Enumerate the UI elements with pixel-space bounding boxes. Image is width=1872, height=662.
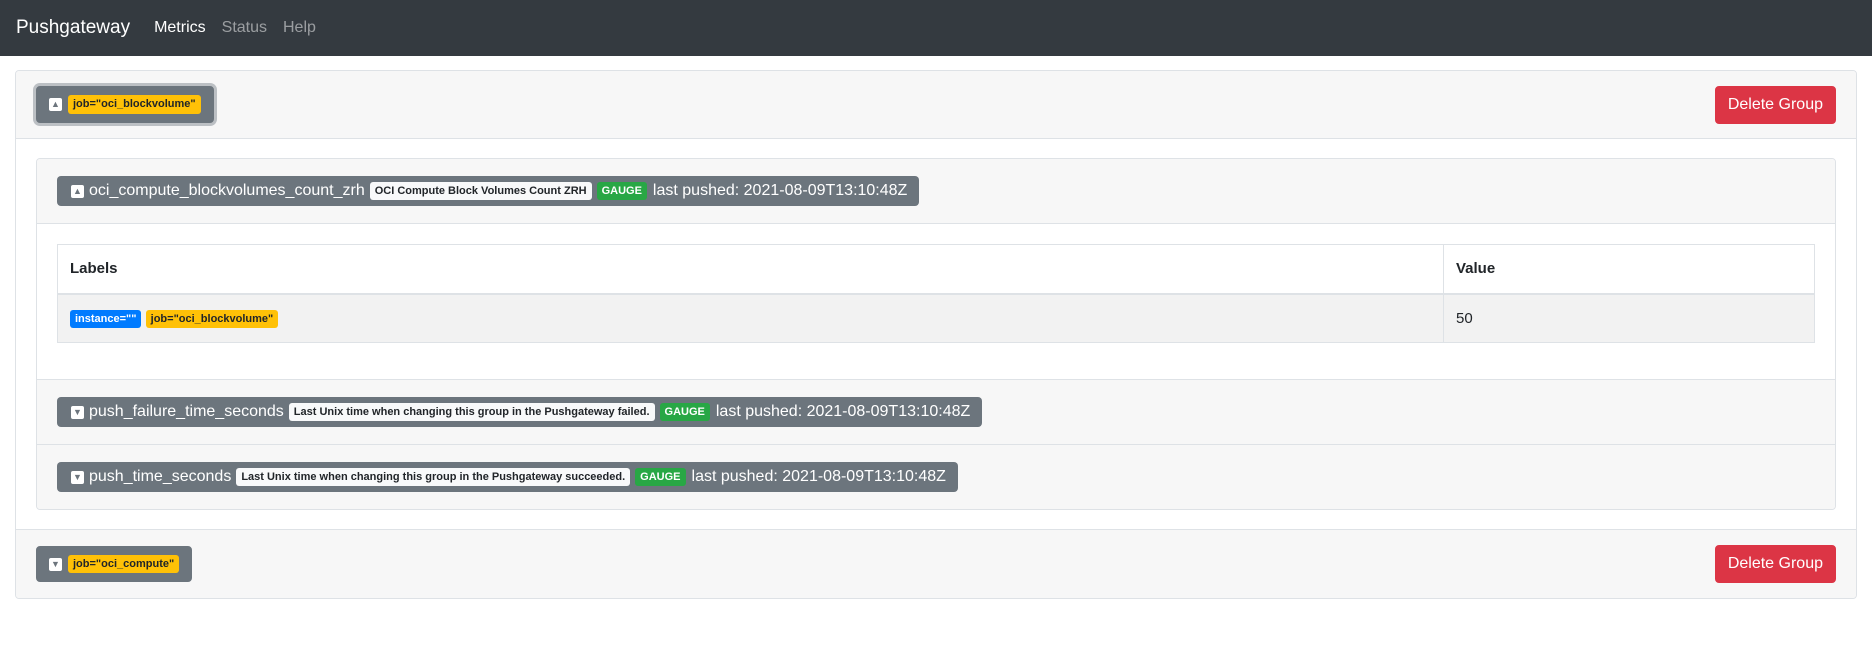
metric-type-badge: GAUGE [635,468,686,487]
metric-toggle-button[interactable]: ▲ oci_compute_blockvolumes_count_zrh OCI… [57,176,920,207]
metric-item: ▲ oci_compute_blockvolumes_count_zrh OCI… [37,159,1835,381]
metric-item: ▼ push_failure_time_seconds Last Unix ti… [37,380,1835,446]
metric-toggle-button[interactable]: ▼ push_time_seconds Last Unix time when … [57,462,958,493]
table-header-row: Labels Value [57,244,1815,295]
caret-up-square-icon: ▲ [49,98,62,111]
brand-link[interactable]: Pushgateway [16,17,130,39]
last-pushed-text: last pushed: 2021-08-09T13:10:48Z [715,403,971,421]
delete-group-button[interactable]: Delete Group [1714,85,1836,124]
label-badge-instance: instance="" [70,309,142,328]
metric-header: ▲ oci_compute_blockvolumes_count_zrh OCI… [37,159,1835,225]
metric-help-badge: Last Unix time when changing this group … [236,468,631,487]
nav-link-status[interactable]: Status [222,19,267,37]
delete-group-button[interactable]: Delete Group [1714,545,1836,584]
metric-group: ▲ job="oci_blockvolume" Delete Group ▲ o… [15,70,1857,600]
label-badge-job: job="oci_blockvolume" [145,309,279,328]
value-cell: 50 [1443,293,1815,344]
table-row: instance="" job="oci_blockvolume" 50 [57,293,1815,344]
caret-down-square-icon: ▼ [71,405,84,419]
group-toggle-button[interactable]: ▼ job="oci_compute" [36,546,193,583]
metric-help-badge: Last Unix time when changing this group … [288,403,655,422]
metric-toggle-button[interactable]: ▼ push_failure_time_seconds Last Unix ti… [57,397,983,428]
caret-down-square-icon: ▼ [71,470,84,484]
job-label-badge: job="oci_blockvolume" [68,95,201,114]
metric-header: ▼ push_time_seconds Last Unix time when … [37,445,1835,510]
group-toggle-button[interactable]: ▲ job="oci_blockvolume" [36,86,214,123]
last-pushed-text: last pushed: 2021-08-09T13:10:48Z [652,182,908,200]
column-header-value: Value [1443,244,1815,295]
metric-name: push_failure_time_seconds [89,403,284,421]
metric-body: Labels Value instance="" job="oci_blockv… [37,224,1835,381]
metric-type-badge: GAUGE [596,182,647,201]
group-header: ▼ job="oci_compute" Delete Group [16,529,1856,599]
group-header: ▲ job="oci_blockvolume" Delete Group [16,71,1856,139]
nav-link-help[interactable]: Help [283,19,316,37]
caret-up-square-icon: ▲ [71,184,84,198]
metric-help-badge: OCI Compute Block Volumes Count ZRH [369,182,592,201]
navbar: Pushgateway Metrics Status Help [0,0,1872,56]
metric-item: ▼ push_time_seconds Last Unix time when … [37,445,1835,510]
last-pushed-text: last pushed: 2021-08-09T13:10:48Z [691,468,946,486]
metric-header: ▼ push_failure_time_seconds Last Unix ti… [37,380,1835,446]
group-body: ▲ oci_compute_blockvolumes_count_zrh OCI… [16,139,1856,529]
metric-name: push_time_seconds [89,468,232,486]
job-label-badge: job="oci_compute" [68,555,180,574]
metric-type-badge: GAUGE [659,403,710,422]
metrics-list: ▲ oci_compute_blockvolumes_count_zrh OCI… [36,158,1836,511]
metric-values-table: Labels Value instance="" job="oci_blockv… [57,244,1815,344]
column-header-labels: Labels [57,244,1444,295]
metric-name: oci_compute_blockvolumes_count_zrh [89,182,365,200]
nav-link-metrics[interactable]: Metrics [154,19,206,37]
caret-down-square-icon: ▼ [49,557,62,571]
labels-cell: instance="" job="oci_blockvolume" [57,293,1444,344]
